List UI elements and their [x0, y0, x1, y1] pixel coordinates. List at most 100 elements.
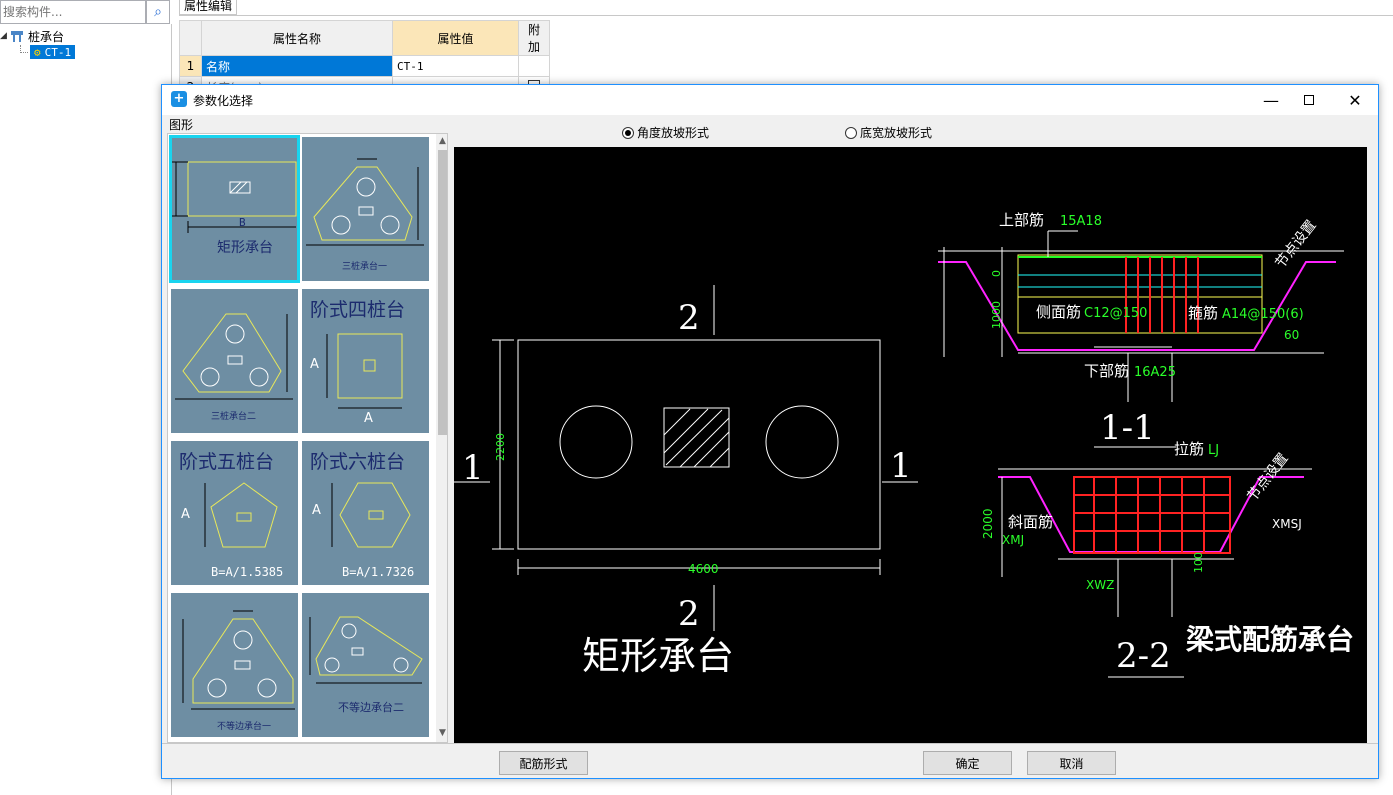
rebar-grid	[1074, 477, 1230, 553]
s1-side-value: C12@150	[1084, 306, 1147, 321]
cancel-button[interactable]: 取消	[1027, 751, 1116, 775]
s2-slope-value: XMJ	[1002, 533, 1024, 547]
s1-angle: 60	[1284, 328, 1299, 342]
app-icon: +	[171, 91, 187, 107]
stepped-six-shape-icon	[331, 482, 411, 548]
close-icon: ✕	[1348, 90, 1362, 110]
scroll-up-icon[interactable]: ▲	[436, 134, 447, 148]
thumb-stepped-four-pile[interactable]: 阶式四桩台 A A	[302, 289, 429, 433]
section-mark-top: 2	[678, 298, 700, 338]
close-button[interactable]: ✕	[1332, 85, 1378, 115]
minimize-icon: —	[1263, 90, 1279, 110]
corner-cell	[179, 20, 202, 56]
scroll-thumb[interactable]	[438, 150, 447, 435]
maximize-button[interactable]	[1286, 85, 1332, 115]
thumb-stepped-five-pile[interactable]: 阶式五桩台 A B=A/1.5385	[171, 441, 298, 585]
s1-title: 1-1	[1100, 408, 1155, 448]
collapse-icon[interactable]: ◢	[0, 31, 10, 41]
width-dim: 4600	[688, 562, 719, 576]
table-row[interactable]: 1 名称 CT-1	[179, 55, 550, 77]
main-title: 矩形承台	[582, 634, 734, 678]
pile-cap-icon	[11, 31, 23, 42]
maximize-icon	[1304, 95, 1314, 105]
s1-top-label: 上部筋	[999, 211, 1044, 229]
radio-checked-icon[interactable]	[622, 126, 634, 139]
scroll-down-icon[interactable]: ▼	[436, 726, 447, 740]
s2-tie-value: LJ	[1208, 443, 1219, 458]
s1-dim-zero: 0	[990, 270, 1003, 277]
s1-dim-height: 1000	[990, 301, 1003, 329]
section-mark-left: 1	[462, 448, 484, 488]
thumb-three-pile-2[interactable]: 三桩承台二	[171, 289, 298, 433]
search-button[interactable]: ⌕	[146, 0, 170, 24]
dialog-titlebar[interactable]: + 参数化选择 — ✕	[162, 85, 1378, 115]
section-mark-right: 1	[890, 446, 912, 486]
search-box	[0, 0, 146, 24]
s2-dim-height: 2000	[981, 508, 995, 539]
footer-divider	[162, 743, 1378, 744]
tab-divider	[179, 15, 1393, 16]
thumb-a-label: A	[312, 503, 321, 518]
radio-angle-slope[interactable]: 角度放坡形式	[622, 124, 709, 141]
thumb-caption: 矩形承台	[217, 240, 273, 256]
thumb-unequal-cap-2[interactable]: 不等边承台二	[302, 593, 429, 737]
tree-child-selected[interactable]: ⚙ CT-1	[30, 45, 76, 59]
rebar-form-button[interactable]: 配筋形式	[499, 751, 588, 775]
s1-side-label: 侧面筋	[1036, 303, 1081, 321]
section-mark-bottom: 2	[678, 594, 700, 634]
height-dim: 2200	[494, 433, 507, 461]
thumbnail-scrollbar[interactable]: ▲ ▼	[436, 134, 447, 742]
property-name-cell[interactable]: 名称	[201, 55, 393, 77]
s2-slope-label: 斜面筋	[1008, 513, 1053, 531]
s1-node-label: 节点设置	[1273, 217, 1320, 271]
s1-bottom-label: 下部筋	[1084, 362, 1129, 380]
s1-bottom-value: 16A25	[1134, 365, 1176, 380]
radio-width-slope[interactable]: 底宽放坡形式	[845, 124, 932, 141]
thumb-caption: 不等边承台二	[338, 701, 404, 714]
s1-stirrup-label: 箍筋	[1188, 304, 1218, 322]
header-property-value: 属性值	[392, 20, 519, 56]
dialog-title: 参数化选择	[193, 94, 254, 108]
row-number: 1	[179, 55, 202, 77]
thumb-stepped-six-pile[interactable]: 阶式六桩台 A B=A/1.7326	[302, 441, 429, 585]
component-gear-icon: ⚙	[34, 45, 41, 59]
tab-property-edit[interactable]: 属性编辑	[179, 0, 238, 15]
thumb-a-label: A	[364, 411, 373, 426]
tree-child-label: CT-1	[44, 45, 72, 59]
unequal-cap-shape-icon	[182, 610, 295, 710]
tree-connector	[20, 45, 28, 53]
header-property-name: 属性名称	[201, 20, 393, 56]
tree-child[interactable]: ⚙ CT-1	[20, 44, 76, 60]
thumb-caption: 不等边承台一	[217, 722, 272, 732]
radio-unchecked-icon[interactable]	[845, 126, 857, 139]
tree-root[interactable]: ◢ 桩承台	[0, 28, 64, 44]
radio-label: 底宽放坡形式	[860, 126, 933, 140]
thumb-three-pile-1[interactable]: 三桩承台一	[302, 137, 429, 281]
type-label: 梁式配筋承台	[1185, 623, 1354, 656]
thumb-rect-cap[interactable]: B 矩形承台	[169, 135, 300, 283]
component-tree: ◢ 桩承台 ⚙ CT-1	[0, 24, 172, 795]
tree-root-label: 桩承台	[28, 29, 65, 44]
thumb-formula: B=A/1.7326	[342, 565, 415, 579]
s2-title: 2-2	[1116, 636, 1171, 676]
thumb-formula: B=A/1.5385	[211, 565, 284, 579]
s2-dim-small: 100	[1192, 552, 1205, 573]
slope-form-options: 角度放坡形式 底宽放坡形式	[452, 118, 1368, 146]
radio-label: 角度放坡形式	[637, 126, 710, 140]
ok-button[interactable]: 确定	[923, 751, 1012, 775]
shape-label: 图形	[169, 118, 194, 132]
s2-tie-label: 拉筋	[1174, 440, 1204, 458]
s1-top-value: 15A18	[1060, 214, 1102, 229]
cad-preview-canvas: 2 2 1 1 2200 4600 矩形承台 上部筋 15A18 侧面筋 C12…	[454, 147, 1367, 743]
search-icon: ⌕	[154, 4, 162, 20]
search-input[interactable]	[1, 1, 145, 23]
property-value-cell[interactable]: CT-1	[392, 55, 519, 77]
thumb-unequal-cap-1[interactable]: 不等边承台一	[171, 593, 298, 737]
extra-cell	[518, 55, 550, 77]
thumb-caption: 三桩承台二	[211, 412, 257, 422]
s2-xmsj: XMSJ	[1272, 517, 1302, 531]
unequal-cap-shape-icon	[309, 616, 423, 684]
parametric-select-dialog: + 参数化选择 — ✕ 图形 B 矩形承台 三桩承台一 三桩承台二 阶式四桩台 …	[161, 84, 1379, 779]
rect-cap-shape-icon	[172, 161, 297, 233]
header-extra: 附加	[518, 20, 550, 56]
